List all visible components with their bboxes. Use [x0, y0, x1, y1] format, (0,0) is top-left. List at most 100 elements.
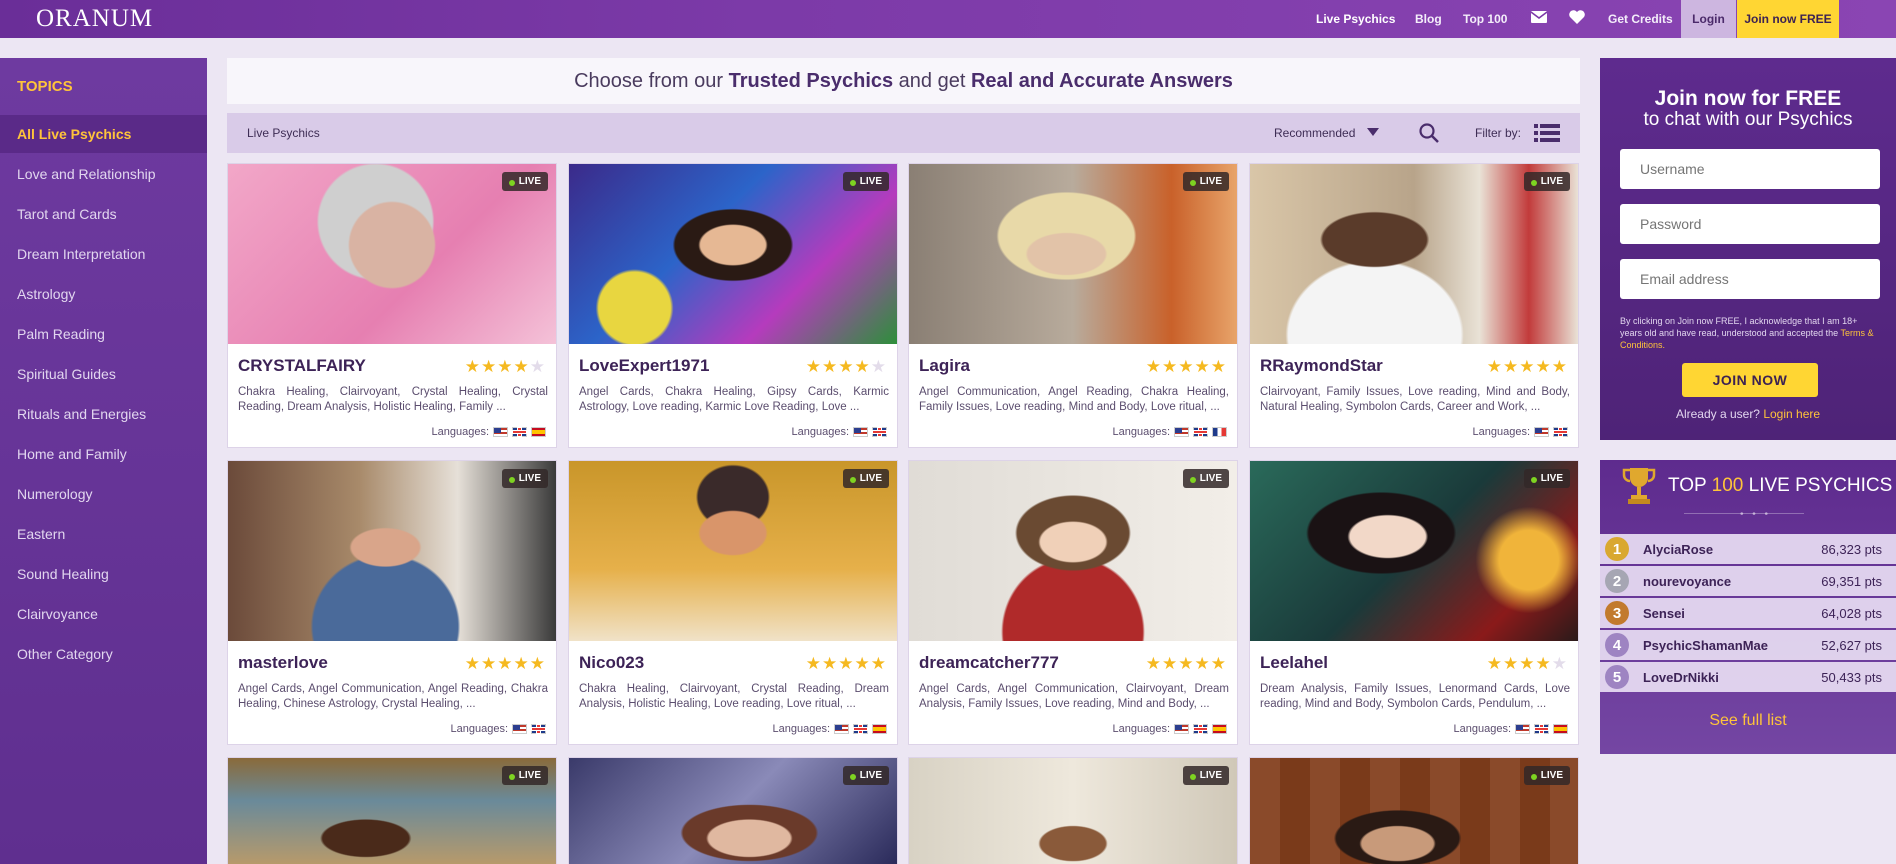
- nav-get-credits[interactable]: Get Credits: [1608, 12, 1673, 26]
- psychic-photo[interactable]: [569, 164, 897, 344]
- us-flag-icon: [1534, 427, 1549, 437]
- psychic-photo[interactable]: [228, 461, 556, 641]
- psychic-card[interactable]: LIVE: [1249, 757, 1579, 864]
- top100-entry[interactable]: 2 nourevoyance 69,351 pts: [1600, 566, 1896, 596]
- top100-name[interactable]: nourevoyance: [1643, 574, 1731, 589]
- uk-flag-icon: [1553, 427, 1568, 437]
- login-here-link[interactable]: Login here: [1763, 407, 1820, 421]
- banner-text-1: Choose from our: [574, 69, 729, 92]
- psychic-specialties: Dream Analysis, Family Issues, Lenormand…: [1260, 683, 1570, 710]
- top100-entry[interactable]: 3 Sensei 64,028 pts: [1600, 598, 1896, 628]
- topic-all-live-psychics[interactable]: All Live Psychics: [0, 115, 207, 153]
- username-input[interactable]: [1620, 149, 1880, 189]
- login-button[interactable]: Login: [1681, 0, 1736, 38]
- topic-numerology[interactable]: Numerology: [0, 475, 207, 513]
- join-now-free-button[interactable]: Join now FREE: [1737, 0, 1839, 38]
- top-navbar: ORANUM Live Psychics Blog Top 100 Get Cr…: [0, 0, 1896, 38]
- nav-top100[interactable]: Top 100: [1463, 12, 1507, 26]
- topic-clairvoyance[interactable]: Clairvoyance: [0, 595, 207, 633]
- psychic-specialties: Angel Cards, Angel Communication, Angel …: [238, 683, 548, 710]
- languages-label: Languages:: [1453, 723, 1512, 735]
- psychic-name[interactable]: Lagira: [919, 356, 970, 376]
- see-full-list-link[interactable]: See full list: [1600, 712, 1896, 730]
- password-input[interactable]: [1620, 204, 1880, 244]
- sort-select[interactable]: Recommended: [1274, 126, 1355, 140]
- top100-entry[interactable]: 4 PsychicShamanMae 52,627 pts: [1600, 630, 1896, 660]
- chevron-down-icon[interactable]: [1367, 128, 1379, 136]
- psychic-name[interactable]: CRYSTALFAIRY: [238, 356, 366, 376]
- rating-stars: ★★★★★: [805, 654, 887, 673]
- psychic-photo[interactable]: [909, 461, 1237, 641]
- filter-bar: Live Psychics Recommended Filter by:: [227, 113, 1580, 153]
- psychic-name[interactable]: RRaymondStar: [1260, 356, 1383, 376]
- psychic-name[interactable]: Leelahel: [1260, 653, 1328, 673]
- search-icon[interactable]: [1418, 122, 1440, 144]
- top100-name[interactable]: PsychicShamanMae: [1643, 638, 1768, 653]
- list-view-icon[interactable]: [1534, 123, 1560, 143]
- psychic-card[interactable]: LIVE dreamcatcher777 ★★★★★ Angel Cards, …: [908, 460, 1238, 745]
- us-flag-icon: [512, 724, 527, 734]
- es-flag-icon: [1212, 724, 1227, 734]
- banner-bold-1: Trusted Psychics: [728, 69, 894, 92]
- psychic-specialties: Chakra Healing, Clairvoyant, Crystal Hea…: [238, 386, 548, 413]
- psychic-card[interactable]: LIVE: [568, 757, 898, 864]
- topic-astrology[interactable]: Astrology: [0, 275, 207, 313]
- psychic-card[interactable]: LIVE LoveExpert1971 ★★★★★ Angel Cards, C…: [568, 163, 898, 448]
- heart-icon[interactable]: [1569, 10, 1585, 28]
- top100-title-pre: TOP: [1668, 475, 1712, 496]
- topic-eastern[interactable]: Eastern: [0, 515, 207, 553]
- psychic-photo[interactable]: [1250, 461, 1578, 641]
- filter-by-label: Filter by:: [1475, 126, 1522, 140]
- psychic-card[interactable]: LIVE CRYSTALFAIRY ★★★★★ Chakra Healing, …: [227, 163, 557, 448]
- top100-name[interactable]: LoveDrNikki: [1643, 670, 1719, 685]
- psychic-photo[interactable]: [228, 164, 556, 344]
- headline-banner: Choose from our Trusted Psychics and get…: [227, 58, 1580, 104]
- us-flag-icon: [1174, 724, 1189, 734]
- es-flag-icon: [1553, 724, 1568, 734]
- top100-title-post: LIVE PSYCHICS: [1743, 475, 1893, 496]
- top100-name[interactable]: AlyciaRose: [1643, 542, 1713, 557]
- psychic-card[interactable]: LIVE masterlove ★★★★★ Angel Cards, Angel…: [227, 460, 557, 745]
- oranum-logo[interactable]: ORANUM: [36, 5, 153, 33]
- fr-flag-icon: [1212, 427, 1227, 437]
- psychic-name[interactable]: masterlove: [238, 653, 328, 673]
- uk-flag-icon: [1534, 724, 1549, 734]
- psychic-name[interactable]: LoveExpert1971: [579, 356, 709, 376]
- nav-live-psychics[interactable]: Live Psychics: [1316, 12, 1395, 26]
- psychic-card[interactable]: LIVE RRaymondStar ★★★★★ Clairvoyant, Fam…: [1249, 163, 1579, 448]
- join-now-button[interactable]: JOIN NOW: [1682, 363, 1818, 397]
- psychic-photo[interactable]: [909, 164, 1237, 344]
- top100-entry[interactable]: 1 AlyciaRose 86,323 pts: [1600, 534, 1896, 564]
- top100-entry[interactable]: 5 LoveDrNikki 50,433 pts: [1600, 662, 1896, 692]
- rank-medal: 1: [1605, 537, 1629, 561]
- topic-home-family[interactable]: Home and Family: [0, 435, 207, 473]
- psychic-card[interactable]: LIVE Nico023 ★★★★★ Chakra Healing, Clair…: [568, 460, 898, 745]
- es-flag-icon: [872, 724, 887, 734]
- psychic-name[interactable]: Nico023: [579, 653, 644, 673]
- breadcrumb[interactable]: Live Psychics: [247, 126, 320, 140]
- psychic-card[interactable]: LIVE: [908, 757, 1238, 864]
- live-badge: LIVE: [1523, 469, 1570, 488]
- topic-dream-interpretation[interactable]: Dream Interpretation: [0, 235, 207, 273]
- languages-label: Languages:: [1112, 426, 1171, 438]
- psychic-photo[interactable]: [569, 461, 897, 641]
- mail-icon[interactable]: [1530, 10, 1548, 27]
- topic-tarot-cards[interactable]: Tarot and Cards: [0, 195, 207, 233]
- rank-medal: 4: [1605, 633, 1629, 657]
- topic-palm-reading[interactable]: Palm Reading: [0, 315, 207, 353]
- psychic-card[interactable]: LIVE Leelahel ★★★★★ Dream Analysis, Fami…: [1249, 460, 1579, 745]
- topic-rituals-energies[interactable]: Rituals and Energies: [0, 395, 207, 433]
- topic-sound-healing[interactable]: Sound Healing: [0, 555, 207, 593]
- email-input[interactable]: [1620, 259, 1880, 299]
- psychic-photo[interactable]: [1250, 164, 1578, 344]
- psychic-card[interactable]: LIVE Lagira ★★★★★ Angel Communication, A…: [908, 163, 1238, 448]
- topic-other-category[interactable]: Other Category: [0, 635, 207, 673]
- psychic-name[interactable]: dreamcatcher777: [919, 653, 1059, 673]
- topic-spiritual-guides[interactable]: Spiritual Guides: [0, 355, 207, 393]
- topic-love-relationship[interactable]: Love and Relationship: [0, 155, 207, 193]
- terms-text: By clicking on Join now FREE, I acknowle…: [1620, 316, 1858, 338]
- psychic-card[interactable]: LIVE: [227, 757, 557, 864]
- nav-blog[interactable]: Blog: [1415, 12, 1442, 26]
- topics-sidebar: TOPICS All Live Psychics Love and Relati…: [0, 58, 207, 864]
- top100-name[interactable]: Sensei: [1643, 606, 1685, 621]
